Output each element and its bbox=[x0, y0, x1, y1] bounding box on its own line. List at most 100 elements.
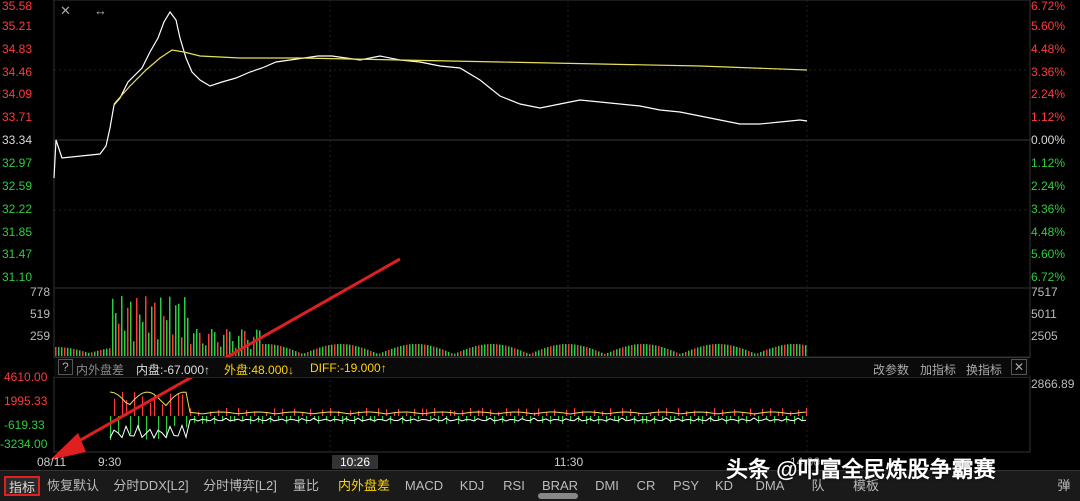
volume-bar bbox=[625, 346, 627, 356]
volume-bar bbox=[670, 350, 672, 356]
volume-bar bbox=[493, 344, 495, 356]
volume-bar bbox=[544, 348, 546, 356]
close-icon[interactable]: ✕ bbox=[1011, 359, 1028, 375]
volume-bar bbox=[400, 345, 402, 356]
volume-bar bbox=[463, 350, 465, 356]
volume-bar bbox=[709, 344, 711, 356]
volume-bar bbox=[595, 350, 597, 356]
volume-bar bbox=[328, 345, 330, 356]
tab-kdj[interactable]: KDJ bbox=[454, 476, 490, 496]
indicator-bar bbox=[378, 408, 380, 416]
indicator-bar bbox=[438, 416, 440, 423]
volume-bar bbox=[715, 344, 717, 356]
indicator-bar bbox=[758, 416, 760, 424]
tab-indicator[interactable]: 指标 bbox=[4, 476, 40, 496]
date-label: 08/11 bbox=[37, 455, 67, 469]
help-icon[interactable]: ? bbox=[58, 359, 73, 375]
indicator-bar bbox=[402, 416, 404, 424]
cursor-time-label: 10:26 bbox=[332, 455, 379, 469]
tab-game[interactable]: 分时博弈[L2] bbox=[200, 476, 280, 496]
volume-bar bbox=[586, 347, 588, 356]
add-indicator-button[interactable]: 加指标 bbox=[920, 361, 956, 378]
tab-rsi[interactable]: RSI bbox=[498, 476, 530, 496]
indicator-bar bbox=[418, 416, 420, 420]
volume-bar bbox=[667, 348, 669, 356]
volume-bar bbox=[382, 352, 384, 356]
indicator-bar bbox=[654, 416, 656, 424]
tab-dmi[interactable]: DMI bbox=[590, 476, 624, 496]
indicator-bar bbox=[610, 408, 612, 416]
volume-bar bbox=[793, 344, 795, 356]
indicator-bar bbox=[278, 416, 280, 420]
volume-bar bbox=[391, 348, 393, 356]
volume-bar bbox=[607, 352, 609, 356]
volume-bar bbox=[433, 346, 435, 356]
tab-psy[interactable]: PSY bbox=[668, 476, 704, 496]
volume-bar bbox=[394, 347, 396, 356]
indicator-bar bbox=[550, 416, 552, 424]
tab-popup[interactable]: 弹 bbox=[1052, 476, 1076, 496]
volume-bar bbox=[211, 329, 213, 356]
volume-bar bbox=[538, 350, 540, 356]
volume-bar bbox=[268, 344, 270, 356]
tab-cr[interactable]: CR bbox=[632, 476, 660, 496]
volume-bar bbox=[115, 312, 117, 356]
volume-bar bbox=[133, 341, 135, 356]
indicator-bar bbox=[626, 416, 628, 420]
volume-bar bbox=[157, 339, 159, 356]
volume-bar bbox=[757, 353, 759, 356]
scroll-handle[interactable] bbox=[538, 493, 578, 499]
tab-restore-default[interactable]: 恢复默认 bbox=[44, 476, 102, 496]
volume-bar bbox=[556, 344, 558, 356]
tab-volume-ratio[interactable]: 量比 bbox=[288, 476, 324, 496]
volume-bar bbox=[787, 344, 789, 356]
volume-bar bbox=[100, 349, 102, 356]
volume-bar bbox=[781, 345, 783, 356]
volume-bar bbox=[439, 348, 441, 356]
volume-bar bbox=[601, 352, 603, 356]
volume-bar bbox=[424, 344, 426, 356]
expand-icon[interactable]: ↔ bbox=[94, 3, 107, 18]
volume-bar bbox=[154, 302, 156, 356]
volume-bar bbox=[643, 344, 645, 356]
watermark: 头条 @叩富全民炼股争霸赛 bbox=[726, 457, 996, 482]
indicator-bar bbox=[426, 409, 428, 416]
indicator-bar bbox=[218, 409, 220, 416]
volume-bar bbox=[226, 329, 228, 356]
volume-bar bbox=[361, 347, 363, 356]
volume-bar bbox=[511, 347, 513, 356]
close-icon[interactable]: ✕ bbox=[60, 3, 71, 19]
volume-bar bbox=[460, 351, 462, 356]
indicator-bar bbox=[662, 416, 664, 420]
volume-bar bbox=[373, 352, 375, 356]
indicator-bar bbox=[574, 408, 576, 416]
volume-bar bbox=[598, 351, 600, 356]
volume-bar bbox=[562, 344, 564, 356]
volume-bar bbox=[802, 344, 804, 356]
volume-bar bbox=[637, 344, 639, 356]
volume-bar bbox=[262, 344, 264, 356]
volume-bar bbox=[688, 350, 690, 356]
volume-bar bbox=[613, 350, 615, 356]
volume-bar bbox=[130, 301, 132, 356]
indicator-bar bbox=[206, 416, 208, 423]
tab-macd[interactable]: MACD bbox=[402, 476, 446, 496]
change-params-button[interactable]: 改参数 bbox=[873, 361, 909, 378]
volume-bar bbox=[196, 329, 198, 356]
switch-indicator-button[interactable]: 换指标 bbox=[966, 361, 1002, 378]
volume-bar bbox=[148, 332, 150, 356]
tab-ddx[interactable]: 分时DDX[L2] bbox=[110, 476, 192, 496]
volume-bar bbox=[442, 349, 444, 356]
tab-inner-outer[interactable]: 内外盘差 bbox=[334, 476, 394, 496]
volume-bar bbox=[256, 329, 258, 356]
volume-bar bbox=[88, 352, 90, 356]
indicator-bar bbox=[210, 411, 212, 416]
volume-bar bbox=[430, 345, 432, 356]
indicator-bar bbox=[614, 416, 616, 421]
time-label-1130: 11:30 bbox=[554, 455, 584, 469]
volume-bar bbox=[142, 321, 144, 356]
intraday-chart[interactable] bbox=[0, 0, 1080, 470]
indicator-bar bbox=[694, 410, 696, 416]
volume-bar bbox=[766, 349, 768, 356]
indicator-bar bbox=[182, 394, 184, 416]
